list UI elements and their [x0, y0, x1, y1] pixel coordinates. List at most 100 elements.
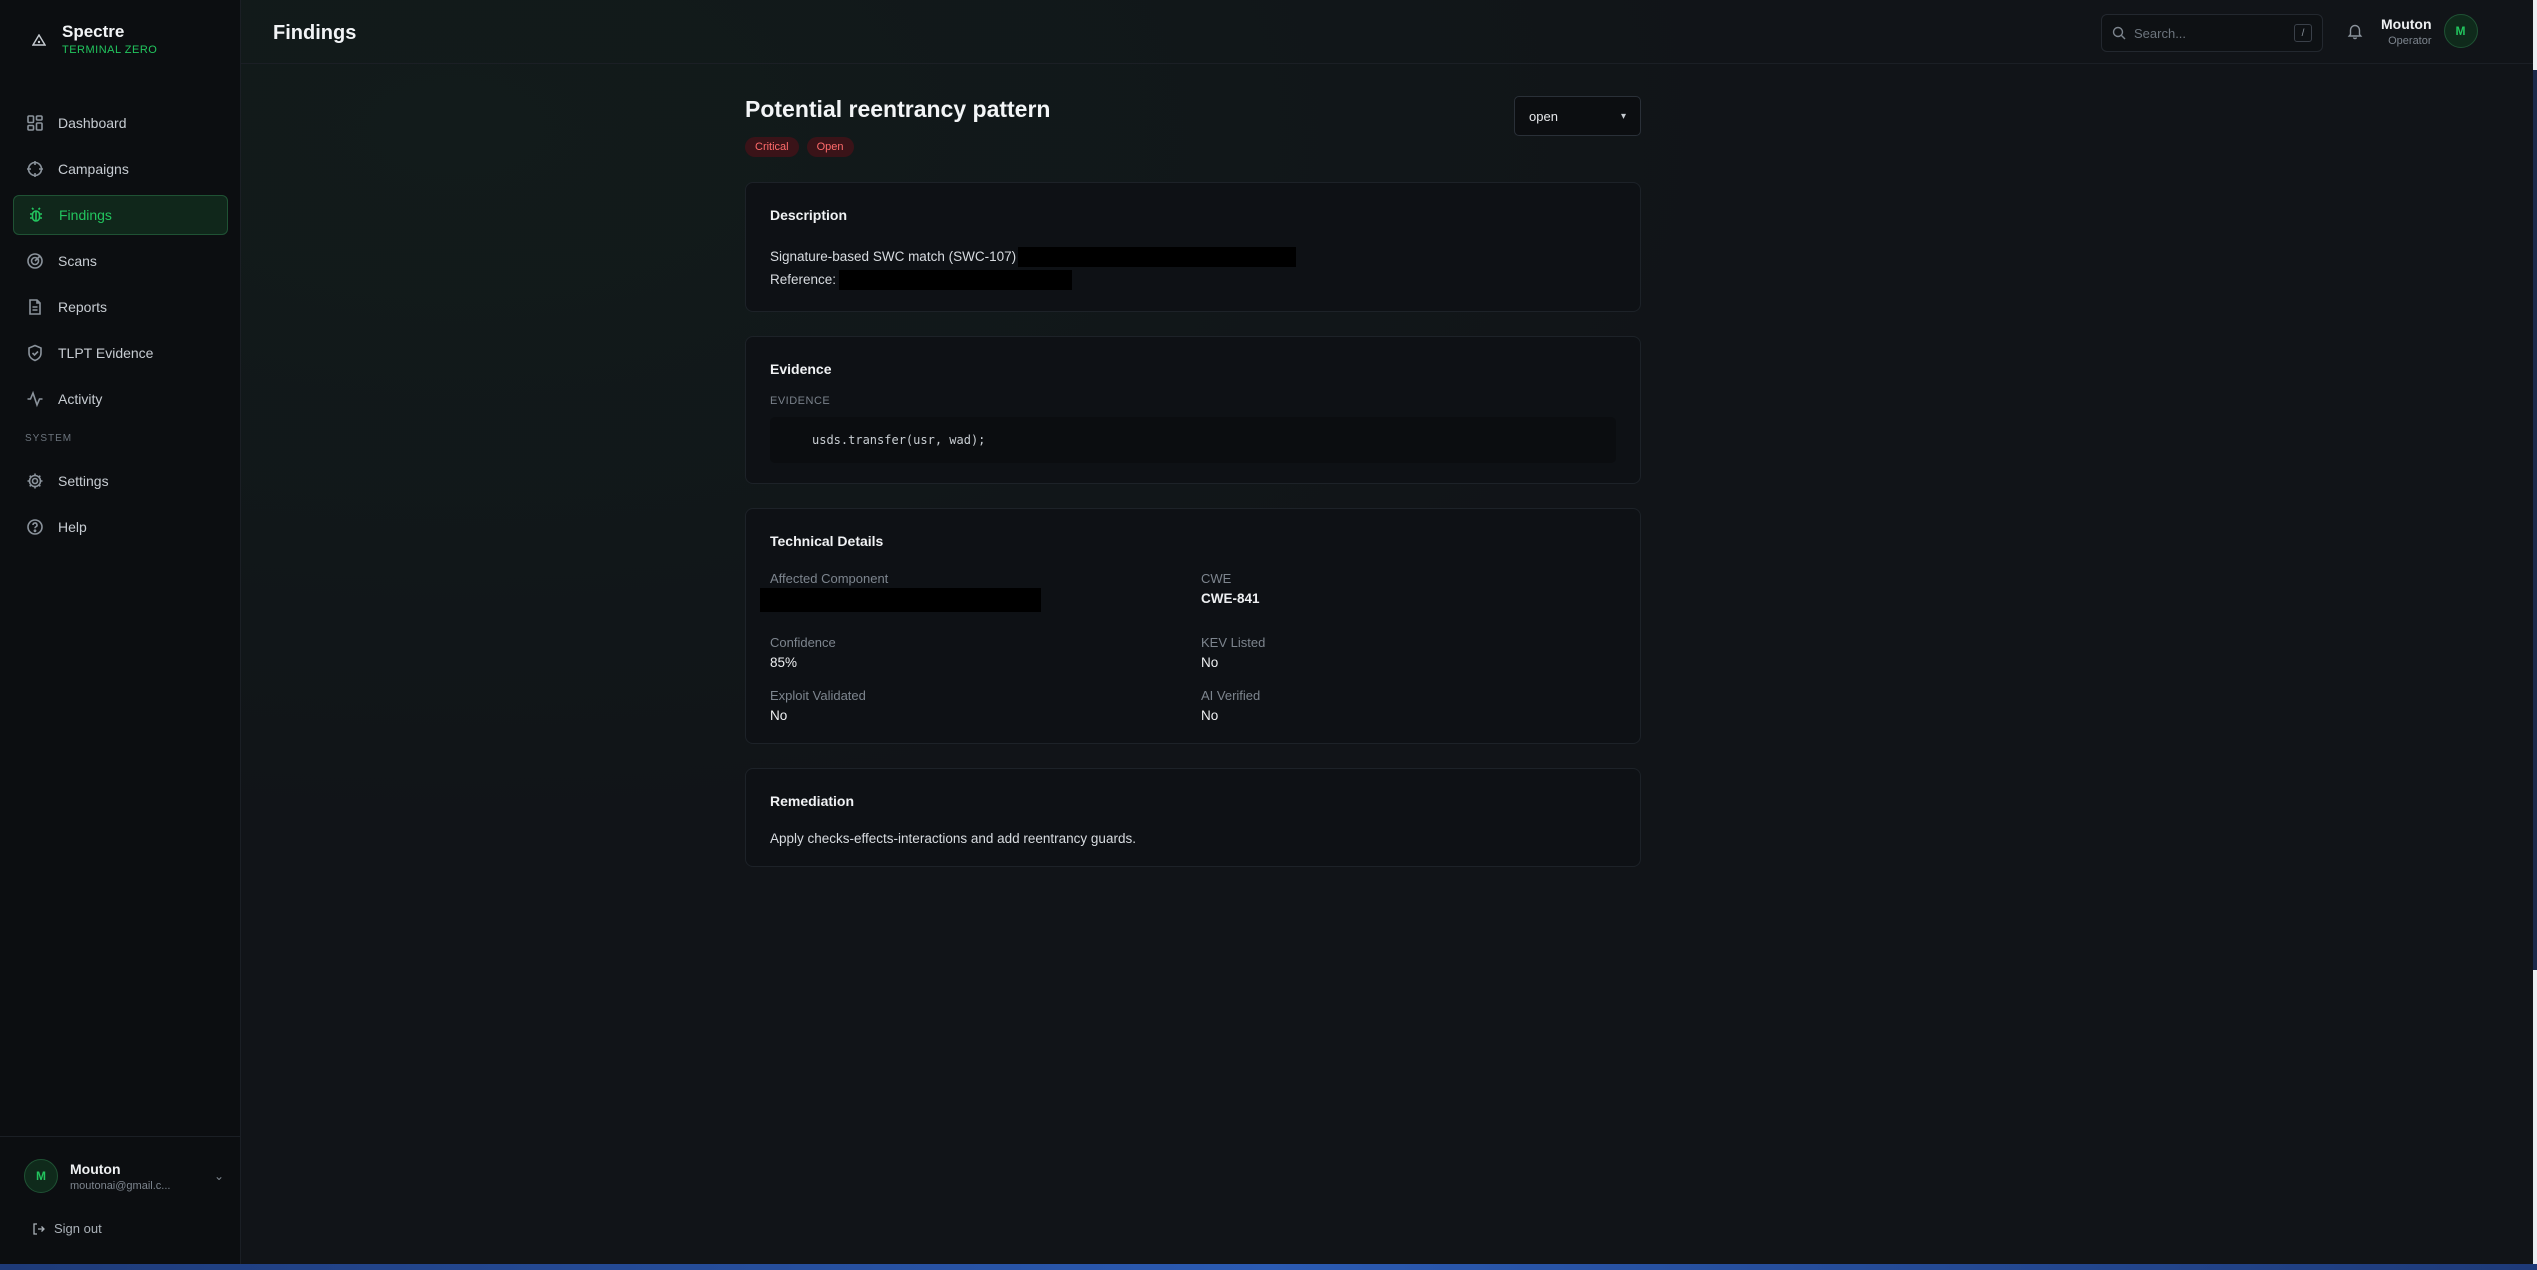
sidebar-user-name: Mouton: [70, 1160, 121, 1177]
exploit-validated-label: Exploit Validated: [770, 688, 866, 703]
status-select-value: open: [1529, 108, 1558, 124]
ai-verified-cell: AI Verified No: [1201, 688, 1616, 723]
cwe-cell: CWE CWE-841: [1201, 571, 1616, 617]
finding-header: Potential reentrancy pattern Critical Op…: [745, 96, 1641, 186]
header-user-role: Operator: [2388, 34, 2432, 47]
redacted-reference: [839, 269, 1073, 290]
sidebar-item-label: Reports: [58, 299, 108, 315]
status-badge: Open: [806, 137, 854, 157]
evidence-code-block[interactable]: usds.transfer(usr, wad);: [770, 417, 1616, 463]
ai-verified-label: AI Verified: [1201, 688, 1261, 703]
search-box[interactable]: /: [2101, 14, 2323, 52]
confidence-value: 85%: [770, 655, 798, 670]
header-user-name: Mouton: [2381, 15, 2432, 32]
search-input[interactable]: [2134, 25, 2284, 41]
avatar: M: [24, 1159, 58, 1193]
finding-title: Potential reentrancy pattern: [745, 96, 1051, 122]
sidebar-item-campaigns[interactable]: Campaigns: [13, 149, 228, 189]
top-bar: Findings / Mouton Operator M: [241, 0, 2533, 64]
search-shortcut-hint: /: [2294, 24, 2312, 42]
confidence-label: Confidence: [770, 635, 836, 650]
radar-icon: [27, 253, 43, 269]
grid-icon: [27, 115, 43, 131]
header-user-menu[interactable]: Mouton Operator M: [2381, 14, 2478, 48]
chevron-down-icon: ▾: [1620, 110, 1626, 122]
kev-value: No: [1201, 655, 1219, 670]
app-shell: Spectre TERMINAL ZERO Dashboard Campaign…: [0, 0, 2537, 1270]
sidebar-item-scans[interactable]: Scans: [13, 241, 228, 281]
sidebar-item-findings[interactable]: Findings: [13, 195, 228, 235]
redacted-affected-component: [760, 588, 1041, 612]
window-bottom-edge: [0, 1264, 2537, 1270]
sidebar-item-label: Scans: [58, 253, 97, 269]
search-icon: [2112, 26, 2126, 40]
remediation-heading: Remediation: [770, 793, 855, 809]
sign-out-button[interactable]: Sign out: [32, 1221, 102, 1236]
scrollbar-thumb[interactable]: [2533, 70, 2537, 970]
description-heading: Description: [770, 207, 848, 223]
sidebar-item-dashboard[interactable]: Dashboard: [13, 103, 228, 143]
sidebar-item-label: Findings: [59, 207, 112, 223]
kev-cell: KEV Listed No: [1201, 635, 1616, 670]
bug-icon: [30, 207, 42, 222]
crosshair-icon: [27, 161, 43, 177]
cwe-label: CWE: [1201, 571, 1232, 586]
notifications-bell-icon[interactable]: [2346, 22, 2366, 42]
avatar: M: [2443, 14, 2478, 48]
ai-verified-value: No: [1201, 708, 1219, 723]
evidence-card: Evidence EVIDENCE usds.transfer(usr, wad…: [745, 336, 1641, 484]
exploit-validated-value: No: [770, 708, 788, 723]
sign-out-icon: [33, 1222, 45, 1235]
redacted-text: [1018, 246, 1297, 267]
sidebar-item-label: Activity: [58, 391, 103, 407]
sidebar: Spectre TERMINAL ZERO Dashboard Campaign…: [0, 0, 241, 1264]
severity-badge: Critical: [745, 137, 799, 157]
reference-line: Reference:: [770, 268, 1616, 291]
remediation-text: Apply checks-effects-interactions and ad…: [770, 831, 1136, 846]
sidebar-item-label: Campaigns: [58, 161, 129, 177]
confidence-cell: Confidence 85%: [770, 635, 1201, 670]
help-icon: [27, 519, 43, 535]
sidebar-item-activity[interactable]: Activity: [13, 379, 228, 419]
activity-icon: [27, 390, 43, 408]
sidebar-section-system: SYSTEM: [25, 433, 73, 444]
technical-details-card: Technical Details Affected Component CWE…: [745, 508, 1641, 744]
evidence-code: usds.transfer(usr, wad);: [812, 433, 986, 447]
status-select[interactable]: open ▾: [1514, 96, 1641, 136]
cwe-value: CWE-841: [1201, 591, 1260, 606]
sidebar-item-settings[interactable]: Settings: [13, 461, 228, 501]
description-card: Description Signature-based SWC match (S…: [745, 182, 1641, 312]
sidebar-item-label: TLPT Evidence: [58, 345, 154, 361]
brand[interactable]: Spectre TERMINAL ZERO: [30, 22, 157, 57]
technical-details-grid: Affected Component CWE CWE-841 Confidenc…: [760, 571, 1616, 723]
evidence-heading: Evidence: [770, 361, 832, 377]
description-text: Signature-based SWC match (SWC-107): [770, 249, 1017, 264]
finding-detail: Potential reentrancy pattern Critical Op…: [745, 96, 1641, 891]
evidence-label: EVIDENCE: [770, 395, 831, 407]
spectre-logo-icon: [30, 31, 48, 49]
sidebar-user-panel: M Mouton moutonai@gmail.c... ⌄ Sign out: [0, 1136, 241, 1264]
brand-name: Spectre: [62, 22, 125, 41]
sidebar-item-label: Settings: [58, 473, 109, 489]
sign-out-label: Sign out: [54, 1221, 102, 1236]
sidebar-item-reports[interactable]: Reports: [13, 287, 228, 327]
sidebar-nav: Dashboard Campaigns Findings Scans Repor…: [13, 103, 228, 553]
description-line: Signature-based SWC match (SWC-107): [770, 245, 1616, 268]
sidebar-user-menu[interactable]: M Mouton moutonai@gmail.c... ⌄: [24, 1159, 224, 1193]
kev-label: KEV Listed: [1201, 635, 1266, 650]
sidebar-user-email: moutonai@gmail.c...: [70, 1179, 171, 1192]
scrollbar[interactable]: [2533, 0, 2537, 1270]
sidebar-item-tlpt-evidence[interactable]: TLPT Evidence: [13, 333, 228, 373]
brand-subtitle: TERMINAL ZERO: [62, 44, 158, 56]
sidebar-item-label: Help: [58, 519, 87, 535]
sidebar-item-help[interactable]: Help: [13, 507, 228, 547]
page-title: Findings: [273, 22, 357, 44]
technical-details-heading: Technical Details: [770, 533, 884, 549]
gear-icon: [27, 473, 43, 489]
remediation-card: Remediation Apply checks-effects-interac…: [745, 768, 1641, 867]
document-icon: [29, 299, 41, 315]
affected-component-cell: Affected Component: [760, 571, 1201, 617]
chevron-down-icon: ⌄: [213, 1169, 224, 1183]
shield-icon: [28, 344, 42, 362]
reference-label: Reference:: [770, 272, 837, 287]
